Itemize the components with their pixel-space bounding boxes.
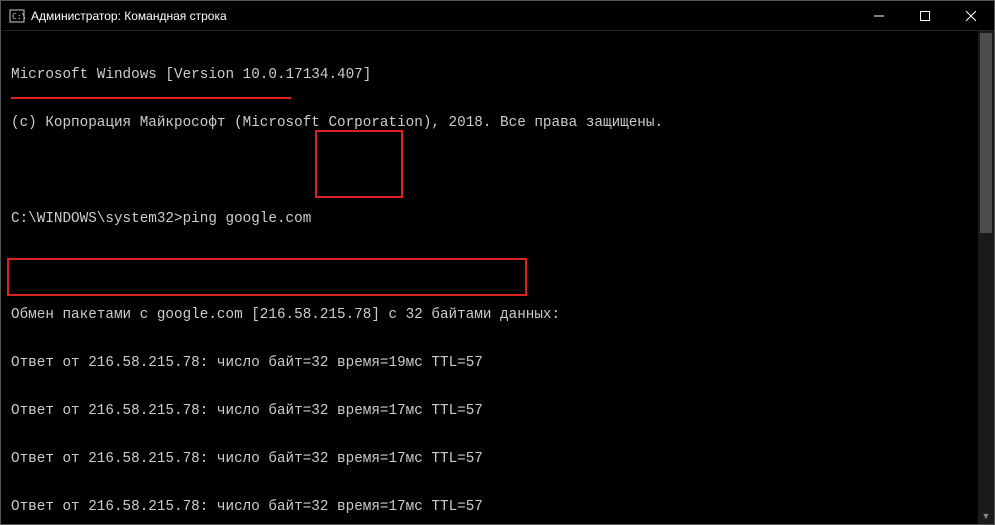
- window-title: Администратор: Командная строка: [31, 9, 856, 23]
- ping-time: время=17мс: [337, 403, 423, 419]
- maximize-button[interactable]: [902, 1, 948, 30]
- prompt-line-1: C:\WINDOWS\system32>ping google.com: [11, 211, 994, 227]
- ping-exchange-header: Обмен пакетами с google.com [216.58.215.…: [11, 307, 994, 323]
- ping-time: время=19мс: [337, 355, 423, 371]
- command-prompt-window: C:\ Администратор: Командная строка Micr…: [0, 0, 995, 525]
- ping-time: время=17мс: [337, 499, 423, 515]
- copyright-line: (c) Корпорация Майкрософт (Microsoft Cor…: [11, 115, 994, 131]
- minimize-button[interactable]: [856, 1, 902, 30]
- svg-text:C:\: C:\: [12, 12, 25, 21]
- ping-reply: Ответ от 216.58.215.78: число байт=32 вр…: [11, 499, 994, 515]
- ping-reply: Ответ от 216.58.215.78: число байт=32 вр…: [11, 355, 994, 371]
- ping-time: время=17мс: [337, 451, 423, 467]
- ping-reply: Ответ от 216.58.215.78: число байт=32 вр…: [11, 403, 994, 419]
- prompt-path: C:\WINDOWS\system32>: [11, 211, 183, 227]
- version-line: Microsoft Windows [Version 10.0.17134.40…: [11, 67, 994, 83]
- close-button[interactable]: [948, 1, 994, 30]
- window-controls: [856, 1, 994, 30]
- scrollbar-thumb[interactable]: [980, 33, 992, 233]
- cmd-icon: C:\: [9, 8, 25, 24]
- titlebar[interactable]: C:\ Администратор: Командная строка: [1, 1, 994, 31]
- entered-command: ping google.com: [183, 211, 312, 227]
- ping-reply: Ответ от 216.58.215.78: число байт=32 вр…: [11, 451, 994, 467]
- scroll-down-arrow[interactable]: ▼: [978, 508, 994, 524]
- terminal-client-area[interactable]: Microsoft Windows [Version 10.0.17134.40…: [1, 31, 994, 524]
- vertical-scrollbar[interactable]: ▲ ▼: [978, 31, 994, 524]
- terminal-output: Microsoft Windows [Version 10.0.17134.40…: [1, 31, 994, 524]
